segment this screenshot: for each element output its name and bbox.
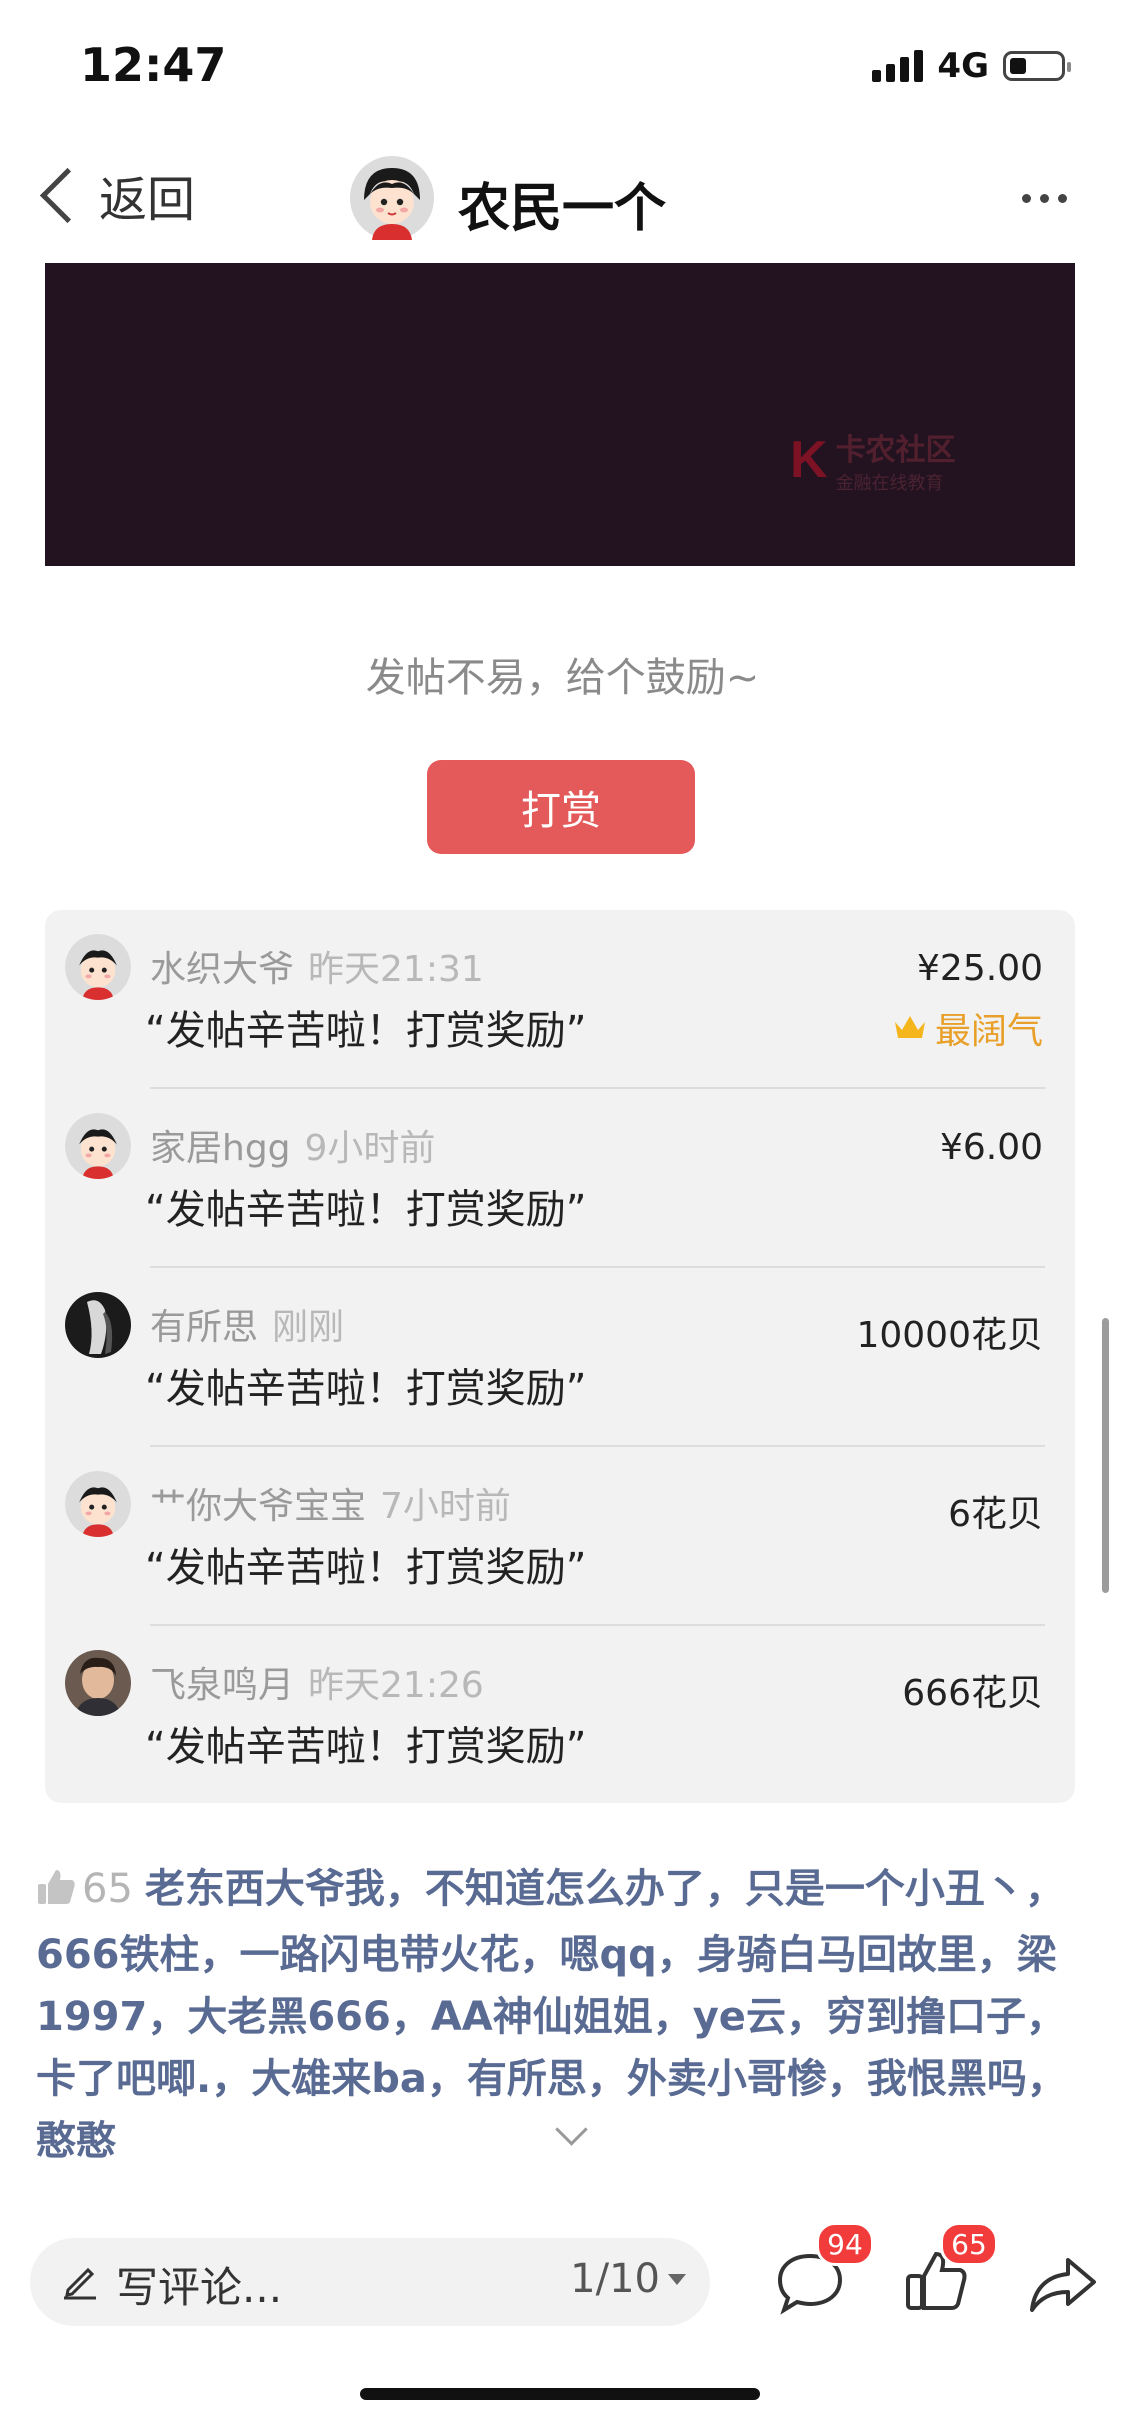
more-options-button[interactable]: [1022, 194, 1067, 203]
back-label: 返回: [99, 172, 196, 228]
cartoon-avatar-icon: [65, 1113, 131, 1179]
pencil-icon: [60, 2260, 100, 2304]
reward-message: “发帖辛苦啦！打赏奖励”: [145, 1187, 587, 1233]
reward-message: “发帖辛苦啦！打赏奖励”: [145, 1366, 587, 1412]
home-indicator[interactable]: [360, 2388, 760, 2400]
reward-user: 有所思 刚刚: [150, 1307, 345, 1348]
avatar[interactable]: [350, 156, 434, 240]
reward-message: “发帖辛苦啦！打赏奖励”: [145, 1008, 587, 1054]
reward-amount: ¥25.00: [917, 948, 1043, 989]
dot-icon: [1022, 194, 1031, 203]
signal-icon: [872, 50, 924, 82]
like-count: 65: [82, 1866, 133, 1912]
status-icons: 4G: [872, 46, 1071, 86]
list-item[interactable]: 有所思 刚刚 “发帖辛苦啦！打赏奖励” 10000花贝: [45, 1268, 1075, 1447]
reward-user: 水织大爷 昨天21:31: [150, 949, 484, 990]
reward-amount: 666花贝: [902, 1673, 1043, 1714]
encourage-text: 发帖不易，给个鼓励~: [365, 655, 760, 701]
list-item[interactable]: 飞泉鸣月 昨天21:26 “发帖辛苦啦！打赏奖励” 666花贝: [45, 1626, 1075, 1805]
network-type: 4G: [937, 46, 989, 86]
page-selector[interactable]: 1/10: [570, 2256, 686, 2302]
watermark-logo-icon: K: [790, 431, 828, 489]
crown-icon: [894, 1016, 925, 1038]
like-count-badge: 65: [940, 2222, 998, 2266]
share-button[interactable]: [1028, 2256, 1098, 2318]
post-image[interactable]: [45, 263, 1075, 566]
reward-message: “发帖辛苦啦！打赏奖励”: [145, 1724, 587, 1770]
chevron-left-icon: [39, 167, 96, 223]
reward-user: 艹你大爷宝宝 7小时前: [150, 1486, 511, 1527]
comment-placeholder: 写评论...: [116, 2263, 283, 2312]
scrollbar[interactable]: [1102, 1318, 1109, 1593]
back-button[interactable]: 返回: [34, 160, 195, 230]
reward-user: 家居hgg 9小时前: [150, 1128, 436, 1169]
list-item[interactable]: 家居hgg 9小时前 “发帖辛苦啦！打赏奖励” ¥6.00: [45, 1089, 1075, 1268]
dot-icon: [1040, 194, 1049, 203]
dot-icon: [1058, 194, 1067, 203]
avatar[interactable]: [65, 1292, 131, 1358]
cartoon-avatar-icon: [65, 934, 131, 1000]
avatar[interactable]: [65, 1471, 131, 1537]
watermark-text: 卡农社区: [835, 433, 956, 468]
list-item[interactable]: 水织大爷 昨天21:31 “发帖辛苦啦！打赏奖励” ¥25.00 最阔气: [45, 910, 1075, 1089]
comment-input[interactable]: 写评论... 1/10: [30, 2238, 710, 2326]
cartoon-avatar-icon: [65, 1471, 131, 1537]
reward-amount: ¥6.00: [939, 1127, 1043, 1168]
watermark-subtext: 金融在线教育: [835, 473, 944, 494]
list-item[interactable]: 艹你大爷宝宝 7小时前 “发帖辛苦啦！打赏奖励” 6花贝: [45, 1447, 1075, 1626]
reward-button[interactable]: 打赏: [427, 760, 695, 854]
avatar[interactable]: [65, 1113, 131, 1179]
watermark: K 卡农社区 金融在线教育: [790, 425, 956, 495]
reward-amount: 6花贝: [948, 1494, 1043, 1535]
reward-user: 飞泉鸣月 昨天21:26: [150, 1665, 484, 1706]
caret-down-icon: [668, 2273, 686, 2285]
avatar[interactable]: [65, 1650, 131, 1716]
top-reward-badge: 最阔气: [893, 1002, 1043, 1054]
liker-names[interactable]: 老东西大爷我，不知道怎么办了，只是一个小丑丶，666铁柱，一路闪电带火花，嗯qq…: [36, 1866, 1067, 2164]
photo-avatar-icon: [65, 1292, 131, 1358]
share-icon: [1030, 2258, 1096, 2312]
reward-message: “发帖辛苦啦！打赏奖励”: [145, 1545, 587, 1591]
thumbs-up-icon: [36, 1862, 76, 1924]
reward-list: 水织大爷 昨天21:31 “发帖辛苦啦！打赏奖励” ¥25.00 最阔气 家居hg…: [45, 910, 1075, 1803]
reward-amount: 10000花贝: [856, 1315, 1043, 1356]
battery-icon: [1003, 51, 1071, 81]
photo-avatar-icon: [65, 1650, 131, 1716]
page-title: 农民一个: [458, 179, 667, 239]
cartoon-avatar-icon: [350, 156, 434, 240]
avatar[interactable]: [65, 934, 131, 1000]
status-time: 12:47: [80, 38, 227, 92]
comment-count-badge: 94: [816, 2222, 874, 2266]
